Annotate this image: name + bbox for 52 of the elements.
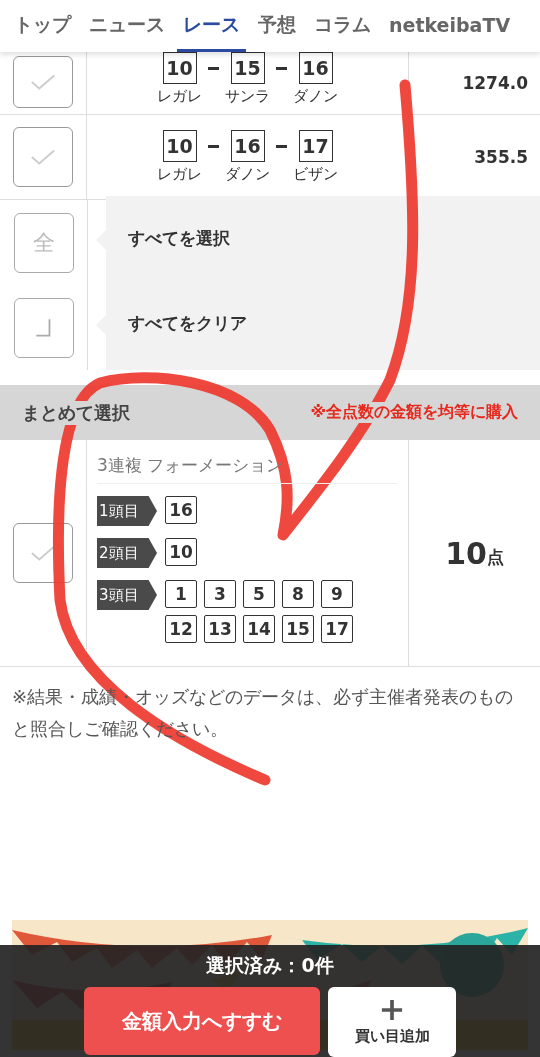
horse-number: 10 bbox=[162, 130, 197, 162]
horse-number: 10 bbox=[162, 52, 197, 84]
point-unit: 点 bbox=[486, 545, 504, 569]
checkbox[interactable] bbox=[13, 56, 73, 108]
tab[interactable]: コラム bbox=[308, 0, 377, 52]
odds-value: 1274.0 bbox=[462, 73, 528, 93]
section-note: ※全点数の金額を均等に購入 bbox=[310, 402, 518, 423]
check-icon bbox=[29, 147, 57, 167]
horse-number: 12 bbox=[165, 615, 197, 643]
disclaimer-text: ※結果・成績・オッズなどのデータは、必ず主催者発表のものと照合しご確認ください。 bbox=[11, 685, 515, 741]
horse-name: ダノン bbox=[225, 165, 270, 184]
checkbox[interactable] bbox=[13, 523, 73, 583]
horse-number: 16 bbox=[230, 130, 265, 162]
tab[interactable]: トップ bbox=[8, 0, 77, 52]
horse-number: 17 bbox=[298, 130, 333, 162]
tab[interactable]: レース bbox=[177, 0, 246, 52]
checkbox[interactable] bbox=[13, 127, 73, 187]
horse-number: 17 bbox=[321, 615, 353, 643]
plus-icon bbox=[381, 998, 403, 1021]
proceed-button[interactable]: 金額入力へすすむ bbox=[84, 987, 320, 1055]
horse-number: 15 bbox=[282, 615, 314, 643]
horse-name: レガレ bbox=[157, 87, 202, 106]
point-count: 10 bbox=[445, 535, 487, 571]
bulk-action-label[interactable]: すべてをクリア bbox=[128, 312, 247, 335]
add-button[interactable]: 買い目追加 bbox=[328, 987, 456, 1057]
tab[interactable]: 予想 bbox=[252, 0, 302, 52]
horse-number: 14 bbox=[243, 615, 275, 643]
horse-number: 9 bbox=[321, 580, 353, 608]
selection-count: 選択済み：0件 bbox=[206, 953, 334, 978]
tab[interactable]: ニュース bbox=[83, 0, 171, 52]
odds-value: 355.5 bbox=[474, 147, 528, 167]
leg-label: 1頭目 bbox=[97, 496, 157, 526]
horse-name: ダノン bbox=[293, 87, 338, 106]
horse-number: 3 bbox=[204, 580, 236, 608]
horse-name: ビザン bbox=[293, 165, 338, 184]
horse-name: レガレ bbox=[157, 165, 202, 184]
check-icon bbox=[29, 72, 57, 92]
clear-button[interactable] bbox=[13, 297, 74, 358]
horse-number: 8 bbox=[282, 580, 314, 608]
leg-label: 2頭目 bbox=[97, 538, 157, 568]
horse-number: 15 bbox=[230, 52, 265, 84]
horse-number: 10 bbox=[165, 538, 197, 566]
tab[interactable]: netkeibaTV bbox=[383, 0, 517, 52]
horse-number: 13 bbox=[204, 615, 236, 643]
horse-number: 16 bbox=[298, 52, 333, 84]
leg-label: 3頭目 bbox=[97, 580, 157, 610]
section-title: まとめて選択 bbox=[22, 400, 130, 425]
horse-number: 16 bbox=[165, 496, 197, 524]
horse-name: サンラ bbox=[225, 87, 270, 106]
horse-number: 5 bbox=[243, 580, 275, 608]
horse-number: 1 bbox=[165, 580, 197, 608]
bulk-action-label[interactable]: すべてを選択 bbox=[128, 227, 230, 250]
